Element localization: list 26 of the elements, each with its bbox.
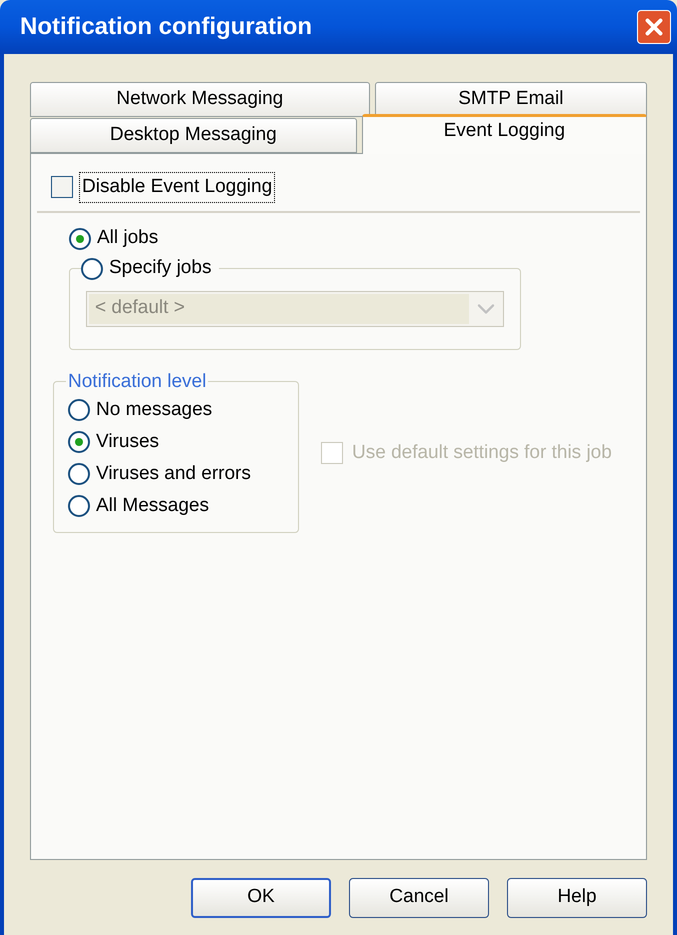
- radio-button[interactable]: [69, 228, 91, 250]
- radio-label: Specify jobs: [109, 256, 212, 280]
- radio-button[interactable]: [81, 258, 103, 280]
- close-button[interactable]: [637, 10, 671, 44]
- tab[interactable]: Desktop Messaging: [30, 118, 357, 153]
- radio-label: No messages: [96, 398, 212, 422]
- radio-button[interactable]: [68, 495, 90, 517]
- radio-button[interactable]: [68, 399, 90, 421]
- radio-button[interactable]: [68, 463, 90, 485]
- tab[interactable]: SMTP Email: [374, 82, 647, 117]
- tab[interactable]: Event Logging: [362, 114, 647, 154]
- radio-label: Viruses and errors: [96, 462, 251, 486]
- radio-label: All jobs: [97, 226, 158, 250]
- radio-label: Viruses: [96, 430, 160, 454]
- group-title: Notification level: [67, 370, 208, 394]
- checkbox[interactable]: [51, 176, 73, 198]
- window-title: Notification configuration: [20, 12, 312, 42]
- radio-label: All Messages: [96, 494, 209, 518]
- dialog-button[interactable]: Cancel: [349, 878, 489, 918]
- dropdown-value: < default >: [89, 294, 469, 324]
- checkbox-label: Disable Event Logging: [79, 172, 276, 202]
- radio-button[interactable]: [68, 431, 90, 453]
- dialog-button[interactable]: Help: [507, 878, 647, 918]
- dialog-button[interactable]: OK: [191, 878, 331, 918]
- checkbox-label: Use default settings for this job: [351, 441, 613, 465]
- tab[interactable]: Network Messaging: [30, 82, 370, 117]
